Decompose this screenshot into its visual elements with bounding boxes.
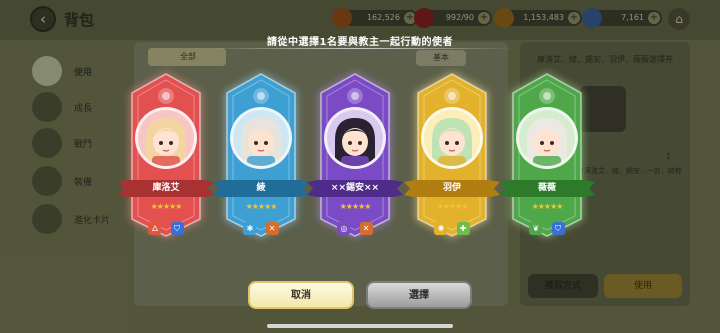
attribute-tags: ✺ ✚ <box>412 216 492 235</box>
character-avatar <box>432 118 472 166</box>
home-indicator[interactable] <box>267 324 453 328</box>
name-banner: 羽伊 <box>404 180 500 197</box>
name-banner: 綾 <box>213 180 309 197</box>
character-name: 庫洛艾 <box>152 183 180 193</box>
character-avatar <box>241 118 281 166</box>
character-portrait <box>424 110 480 166</box>
character-portrait <box>233 110 289 166</box>
star-rating: ★★★★★ <box>245 202 278 211</box>
character-portrait <box>138 110 194 166</box>
sun-icon: ✺ <box>434 222 448 235</box>
character-avatar <box>527 118 567 166</box>
star-rating: ★★★★★ <box>436 202 469 211</box>
sword-icon: ✕ <box>265 222 279 235</box>
character-portrait <box>519 110 575 166</box>
modal-title: 請從中選擇1名要與教主一起行動的使者 <box>267 37 453 48</box>
character-name: 綾 <box>256 183 266 193</box>
leaf-icon: ❦ <box>529 222 543 235</box>
character-card[interactable]: ××錫安×× ★★★★★ ◎ ✕ <box>307 70 403 240</box>
character-avatar <box>146 118 186 166</box>
name-banner: 薇薇 <box>499 180 595 197</box>
cancel-button[interactable]: 取消 <box>248 281 354 309</box>
name-banner: 庫洛艾 <box>118 180 214 197</box>
character-avatar <box>335 118 375 166</box>
fire-icon: 🜂 <box>148 222 162 235</box>
snowflake-icon: ✱ <box>243 222 257 235</box>
inventory-screen: ‹ 背包 162,526 + 992/90 + 1,153,483 + 7,16… <box>0 0 720 333</box>
star-rating: ★★★★★ <box>531 202 564 211</box>
attribute-tags: 🜂 ⛉ <box>126 216 206 235</box>
character-card[interactable]: 綾 ★★★★★ ✱ ✕ <box>213 70 309 240</box>
attribute-tags: ◎ ✕ <box>315 216 395 235</box>
character-card[interactable]: 庫洛艾 ★★★★★ 🜂 ⛉ <box>118 70 214 240</box>
spiral-icon: ◎ <box>337 222 351 235</box>
star-rating: ★★★★★ <box>150 202 183 211</box>
name-banner: ××錫安×× <box>307 180 403 197</box>
character-name: ××錫安×× <box>330 183 380 193</box>
plus-icon: ✚ <box>456 222 470 235</box>
shield-icon: ⛉ <box>551 222 565 235</box>
select-button[interactable]: 選擇 <box>366 281 472 309</box>
character-name: 薇薇 <box>537 183 556 193</box>
character-card[interactable]: 羽伊 ★★★★★ ✺ ✚ <box>404 70 500 240</box>
title-divider <box>206 48 514 49</box>
attribute-tags: ❦ ⛉ <box>507 216 587 235</box>
attribute-tags: ✱ ✕ <box>221 216 301 235</box>
sword-icon: ✕ <box>359 222 373 235</box>
star-rating: ★★★★★ <box>339 202 372 211</box>
character-portrait <box>327 110 383 166</box>
character-card[interactable]: 薇薇 ★★★★★ ❦ ⛉ <box>499 70 595 240</box>
character-name: 羽伊 <box>442 183 461 193</box>
shield-icon: ⛉ <box>170 222 184 235</box>
